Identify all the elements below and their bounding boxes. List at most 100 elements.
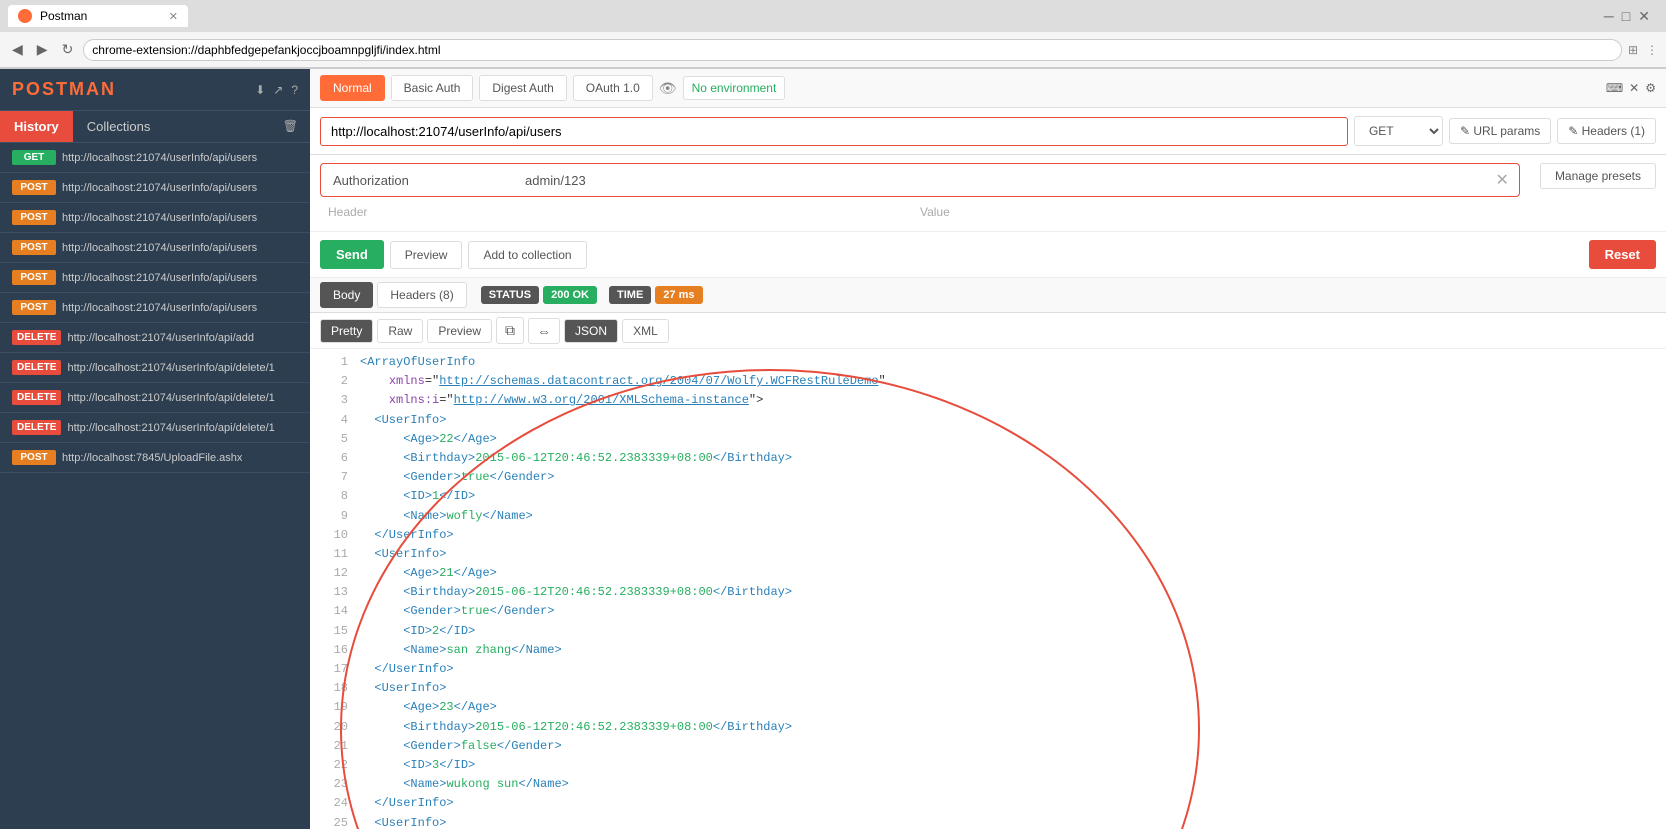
code-line-18: 18 <UserInfo> [320, 679, 1656, 698]
eye-icon[interactable]: 👁 [659, 80, 677, 97]
format-raw[interactable]: Raw [377, 319, 423, 343]
item-url: http://localhost:21074/userInfo/api/dele… [67, 392, 274, 404]
browser-chrome: Postman ✕ ─ □ ✕ ◀ ▶ ↻ ⊞ ⋮ [0, 0, 1666, 69]
wrap-icon-button[interactable]: ⇔ [528, 318, 560, 344]
code-line-3: 3 xmlns:i="http://www.w3.org/2001/XMLSch… [320, 391, 1656, 410]
keyboard-icon: ⌨ [1606, 81, 1623, 95]
address-input[interactable] [83, 39, 1622, 61]
copy-icon-button[interactable]: ⧉ [496, 317, 524, 344]
list-item[interactable]: DELETE http://localhost:21074/userInfo/a… [0, 413, 310, 443]
code-line-5: 5 <Age>22</Age> [320, 430, 1656, 449]
add-to-collection-button[interactable]: Add to collection [468, 241, 586, 269]
url-input[interactable] [320, 117, 1348, 146]
method-badge-delete: DELETE [12, 420, 61, 435]
list-item[interactable]: POST http://localhost:21074/userInfo/api… [0, 233, 310, 263]
refresh-button[interactable]: ↻ [58, 39, 78, 60]
back-button[interactable]: ◀ [8, 39, 27, 60]
list-item[interactable]: POST http://localhost:21074/userInfo/api… [0, 203, 310, 233]
tab-oauth[interactable]: OAuth 1.0 [573, 75, 653, 101]
item-url: http://localhost:21074/userInfo/api/user… [62, 242, 257, 254]
code-area: 1 <ArrayOfUserInfo 2 xmlns="http://schem… [310, 349, 1666, 829]
code-line-9: 9 <Name>wofly</Name> [320, 507, 1656, 526]
help-icon[interactable]: ? [291, 83, 298, 97]
response-section: Body Headers (8) STATUS 200 OK TIME 27 m… [310, 278, 1666, 829]
headers-button[interactable]: ✎ Headers (1) [1557, 118, 1656, 144]
close-toolbar-icon[interactable]: ✕ [1629, 81, 1639, 95]
status-label: STATUS [481, 286, 539, 304]
sidebar-list: GET http://localhost:21074/userInfo/api/… [0, 143, 310, 829]
list-item[interactable]: POST http://localhost:21074/userInfo/api… [0, 293, 310, 323]
code-line-6: 6 <Birthday>2015-06-12T20:46:52.2383339+… [320, 449, 1656, 468]
action-bar: Send Preview Add to collection Reset [310, 232, 1666, 278]
share-icon[interactable]: ↗ [273, 83, 283, 97]
tab-digest-auth[interactable]: Digest Auth [479, 75, 566, 101]
settings-toolbar-icon[interactable]: ⚙ [1645, 81, 1656, 95]
list-item[interactable]: POST http://localhost:7845/UploadFile.as… [0, 443, 310, 473]
code-line-7: 7 <Gender>true</Gender> [320, 468, 1656, 487]
tab-close-button[interactable]: ✕ [169, 10, 178, 23]
auth-section: Authorization admin/123 ✕ Header Value M… [310, 155, 1666, 232]
method-badge-post: POST [12, 210, 56, 225]
auth-value: admin/123 [525, 173, 1490, 188]
browser-tab[interactable]: Postman ✕ [8, 5, 188, 27]
list-item[interactable]: DELETE http://localhost:21074/userInfo/a… [0, 353, 310, 383]
browser-addressbar: ◀ ▶ ↻ ⊞ ⋮ [0, 32, 1666, 68]
type-xml[interactable]: XML [622, 319, 669, 343]
main-content: Normal Basic Auth Digest Auth OAuth 1.0 … [310, 69, 1666, 829]
request-toolbar: Normal Basic Auth Digest Auth OAuth 1.0 … [310, 69, 1666, 108]
sidebar-tab-collections[interactable]: Collections [73, 111, 165, 142]
code-line-10: 10 </UserInfo> [320, 526, 1656, 545]
list-item[interactable]: POST http://localhost:21074/userInfo/api… [0, 263, 310, 293]
tab-body[interactable]: Body [320, 282, 373, 308]
auth-clear-button[interactable]: ✕ [1490, 170, 1515, 190]
item-url: http://localhost:21074/userInfo/api/user… [62, 182, 257, 194]
settings-icon[interactable]: ⋮ [1646, 43, 1658, 57]
list-item[interactable]: POST http://localhost:21074/userInfo/api… [0, 173, 310, 203]
sidebar-tab-history[interactable]: History [0, 111, 73, 142]
method-badge-delete: DELETE [12, 390, 61, 405]
environment-selector[interactable]: No environment [683, 76, 786, 100]
forward-button[interactable]: ▶ [33, 39, 52, 60]
tab-headers[interactable]: Headers (8) [377, 282, 466, 308]
code-line-17: 17 </UserInfo> [320, 660, 1656, 679]
item-url: http://localhost:21074/userInfo/api/user… [62, 302, 257, 314]
minimize-button[interactable]: ─ [1604, 8, 1614, 25]
tab-basic-auth[interactable]: Basic Auth [391, 75, 474, 101]
code-line-13: 13 <Birthday>2015-06-12T20:46:52.2383339… [320, 583, 1656, 602]
send-button[interactable]: Send [320, 240, 384, 269]
manage-presets-button[interactable]: Manage presets [1540, 163, 1656, 189]
reset-button[interactable]: Reset [1589, 240, 1656, 269]
toolbar-right: ⌨ ✕ ⚙ [1606, 81, 1656, 95]
code-line-16: 16 <Name>san zhang</Name> [320, 641, 1656, 660]
tab-title: Postman [40, 9, 87, 23]
sidebar-tab-bar: History Collections 🗑 [0, 111, 310, 143]
maximize-button[interactable]: □ [1622, 8, 1630, 25]
item-url: http://localhost:7845/UploadFile.ashx [62, 452, 242, 464]
code-line-19: 19 <Age>23</Age> [320, 698, 1656, 717]
code-line-11: 11 <UserInfo> [320, 545, 1656, 564]
tab-normal[interactable]: Normal [320, 75, 385, 101]
postman-logo: POSTMAN [12, 79, 116, 100]
list-item[interactable]: GET http://localhost:21074/userInfo/api/… [0, 143, 310, 173]
code-line-23: 23 <Name>wukong sun</Name> [320, 775, 1656, 794]
value-col-label: Value [920, 205, 1512, 219]
download-icon[interactable]: ⬇ [255, 83, 265, 97]
close-window-button[interactable]: ✕ [1638, 8, 1650, 25]
item-url: http://localhost:21074/userInfo/api/dele… [67, 362, 274, 374]
code-line-2: 2 xmlns="http://schemas.datacontract.org… [320, 372, 1656, 391]
format-bar: Pretty Raw Preview ⧉ ⇔ JSON XML [310, 313, 1666, 349]
code-line-25: 25 <UserInfo> [320, 814, 1656, 829]
list-item[interactable]: DELETE http://localhost:21074/userInfo/a… [0, 383, 310, 413]
method-badge-get: GET [12, 150, 56, 165]
list-item[interactable]: DELETE http://localhost:21074/userInfo/a… [0, 323, 310, 353]
response-tab-bar: Body Headers (8) STATUS 200 OK TIME 27 m… [310, 278, 1666, 313]
method-select[interactable]: GET POST PUT DELETE [1354, 116, 1443, 146]
preview-button[interactable]: Preview [390, 241, 463, 269]
delete-history-icon[interactable]: 🗑 [271, 111, 310, 142]
type-json[interactable]: JSON [564, 319, 618, 343]
method-badge-post: POST [12, 180, 56, 195]
format-pretty[interactable]: Pretty [320, 319, 373, 343]
url-params-button[interactable]: ✎ URL params [1449, 118, 1551, 144]
format-preview[interactable]: Preview [427, 319, 492, 343]
app-container: POSTMAN ⬇ ↗ ? History Collections 🗑 GET … [0, 69, 1666, 829]
